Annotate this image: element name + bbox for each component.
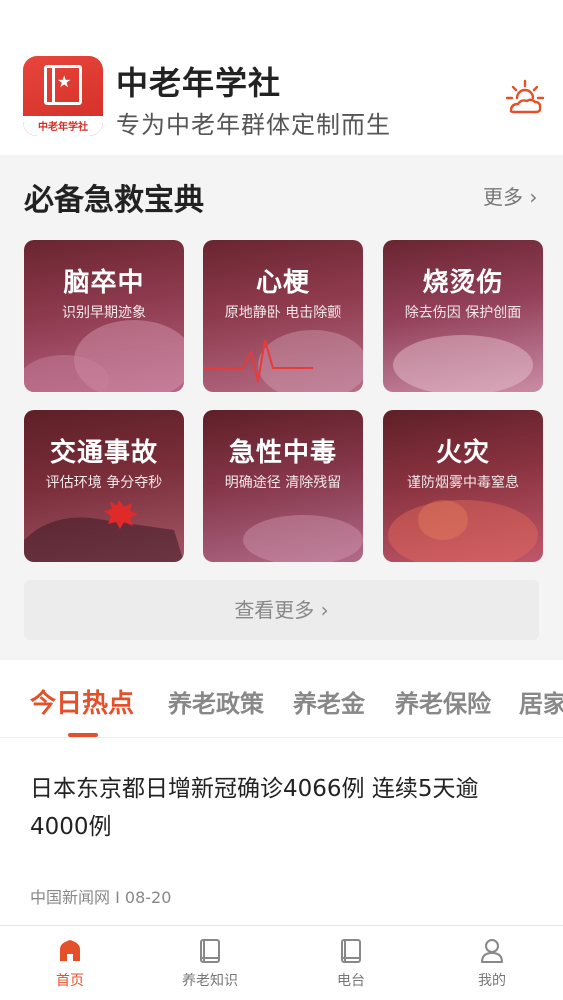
card-fire[interactable]: 火灾 谨防烟雾中毒窒息 bbox=[383, 410, 543, 562]
card-title: 脑卒中 bbox=[63, 268, 145, 298]
card-title: 交通事故 bbox=[49, 438, 158, 468]
view-more-button[interactable]: 查看更多 › bbox=[24, 580, 539, 640]
card-title: 心梗 bbox=[255, 268, 310, 298]
card-title: 火灾 bbox=[435, 438, 490, 468]
nav-profile[interactable]: 我的 bbox=[422, 926, 562, 1000]
card-subtitle: 原地静卧 电击除颤 bbox=[224, 305, 342, 321]
sun-cloud-icon[interactable] bbox=[505, 78, 545, 118]
tab-home-care[interactable]: 居家 bbox=[519, 684, 563, 719]
nav-radio[interactable]: 电台 bbox=[281, 926, 421, 1000]
user-icon bbox=[481, 939, 503, 963]
card-traffic-accident[interactable]: 交通事故 评估环境 争分夺秒 bbox=[24, 410, 184, 562]
category-tabs: 今日热点 养老政策 养老金 养老保险 居家 bbox=[0, 660, 563, 738]
tab-pension-fund[interactable]: 养老金 bbox=[293, 684, 365, 719]
news-title: 日本东京都日增新冠确诊4066例 连续5天逾4000例 bbox=[30, 776, 479, 840]
nav-label: 电台 bbox=[337, 973, 365, 989]
active-tab-indicator bbox=[68, 733, 98, 737]
card-subtitle: 识别早期迹象 bbox=[62, 305, 146, 321]
tab-pension-insurance[interactable]: 养老保险 bbox=[395, 684, 491, 719]
tab-hot-today[interactable]: 今日热点 bbox=[30, 683, 134, 720]
nav-home[interactable]: 首页 bbox=[0, 926, 140, 1000]
star-icon: ★ bbox=[57, 72, 72, 91]
book-icon bbox=[341, 939, 361, 963]
nav-label: 我的 bbox=[478, 973, 506, 989]
card-burns[interactable]: 烧烫伤 除去伤因 保护创面 bbox=[383, 240, 543, 392]
nav-label: 养老知识 bbox=[182, 973, 238, 989]
nav-label: 首页 bbox=[56, 973, 84, 989]
book-icon: ★ bbox=[44, 65, 82, 105]
card-subtitle: 评估环境 争分夺秒 bbox=[45, 475, 163, 491]
book-icon bbox=[200, 939, 220, 963]
card-title: 急性中毒 bbox=[228, 438, 337, 468]
app-logo: ★ 中老年学社 bbox=[23, 56, 103, 136]
card-subtitle: 谨防烟雾中毒窒息 bbox=[407, 475, 519, 491]
card-subtitle: 明确途径 清除残留 bbox=[224, 475, 342, 491]
app-title: 中老年学社 bbox=[116, 64, 282, 102]
app-subtitle: 专为中老年群体定制而生 bbox=[116, 111, 391, 139]
news-item[interactable]: 日本东京都日增新冠确诊4066例 连续5天逾4000例 中国新闻网 I 08-2… bbox=[0, 740, 563, 925]
tab-pension-policy[interactable]: 养老政策 bbox=[168, 684, 264, 719]
news-meta: 中国新闻网 I 08-20 bbox=[30, 888, 172, 907]
card-poisoning[interactable]: 急性中毒 明确途径 清除残留 bbox=[203, 410, 363, 562]
bottom-nav: 首页 养老知识 电台 我的 bbox=[0, 925, 563, 1000]
nav-knowledge[interactable]: 养老知识 bbox=[140, 926, 280, 1000]
card-stroke[interactable]: 脑卒中 识别早期迹象 bbox=[24, 240, 184, 392]
more-link[interactable]: 更多 › bbox=[483, 181, 537, 210]
app-header: ★ 中老年学社 中老年学社 专为中老年群体定制而生 bbox=[0, 0, 563, 155]
logo-text: 中老年学社 bbox=[38, 122, 88, 133]
home-icon bbox=[60, 940, 80, 961]
section-title: 必备急救宝典 bbox=[24, 183, 204, 218]
card-heart-attack[interactable]: 心梗 原地静卧 电击除颤 bbox=[203, 240, 363, 392]
card-subtitle: 除去伤因 保护创面 bbox=[404, 305, 522, 321]
card-title: 烧烫伤 bbox=[422, 268, 504, 298]
